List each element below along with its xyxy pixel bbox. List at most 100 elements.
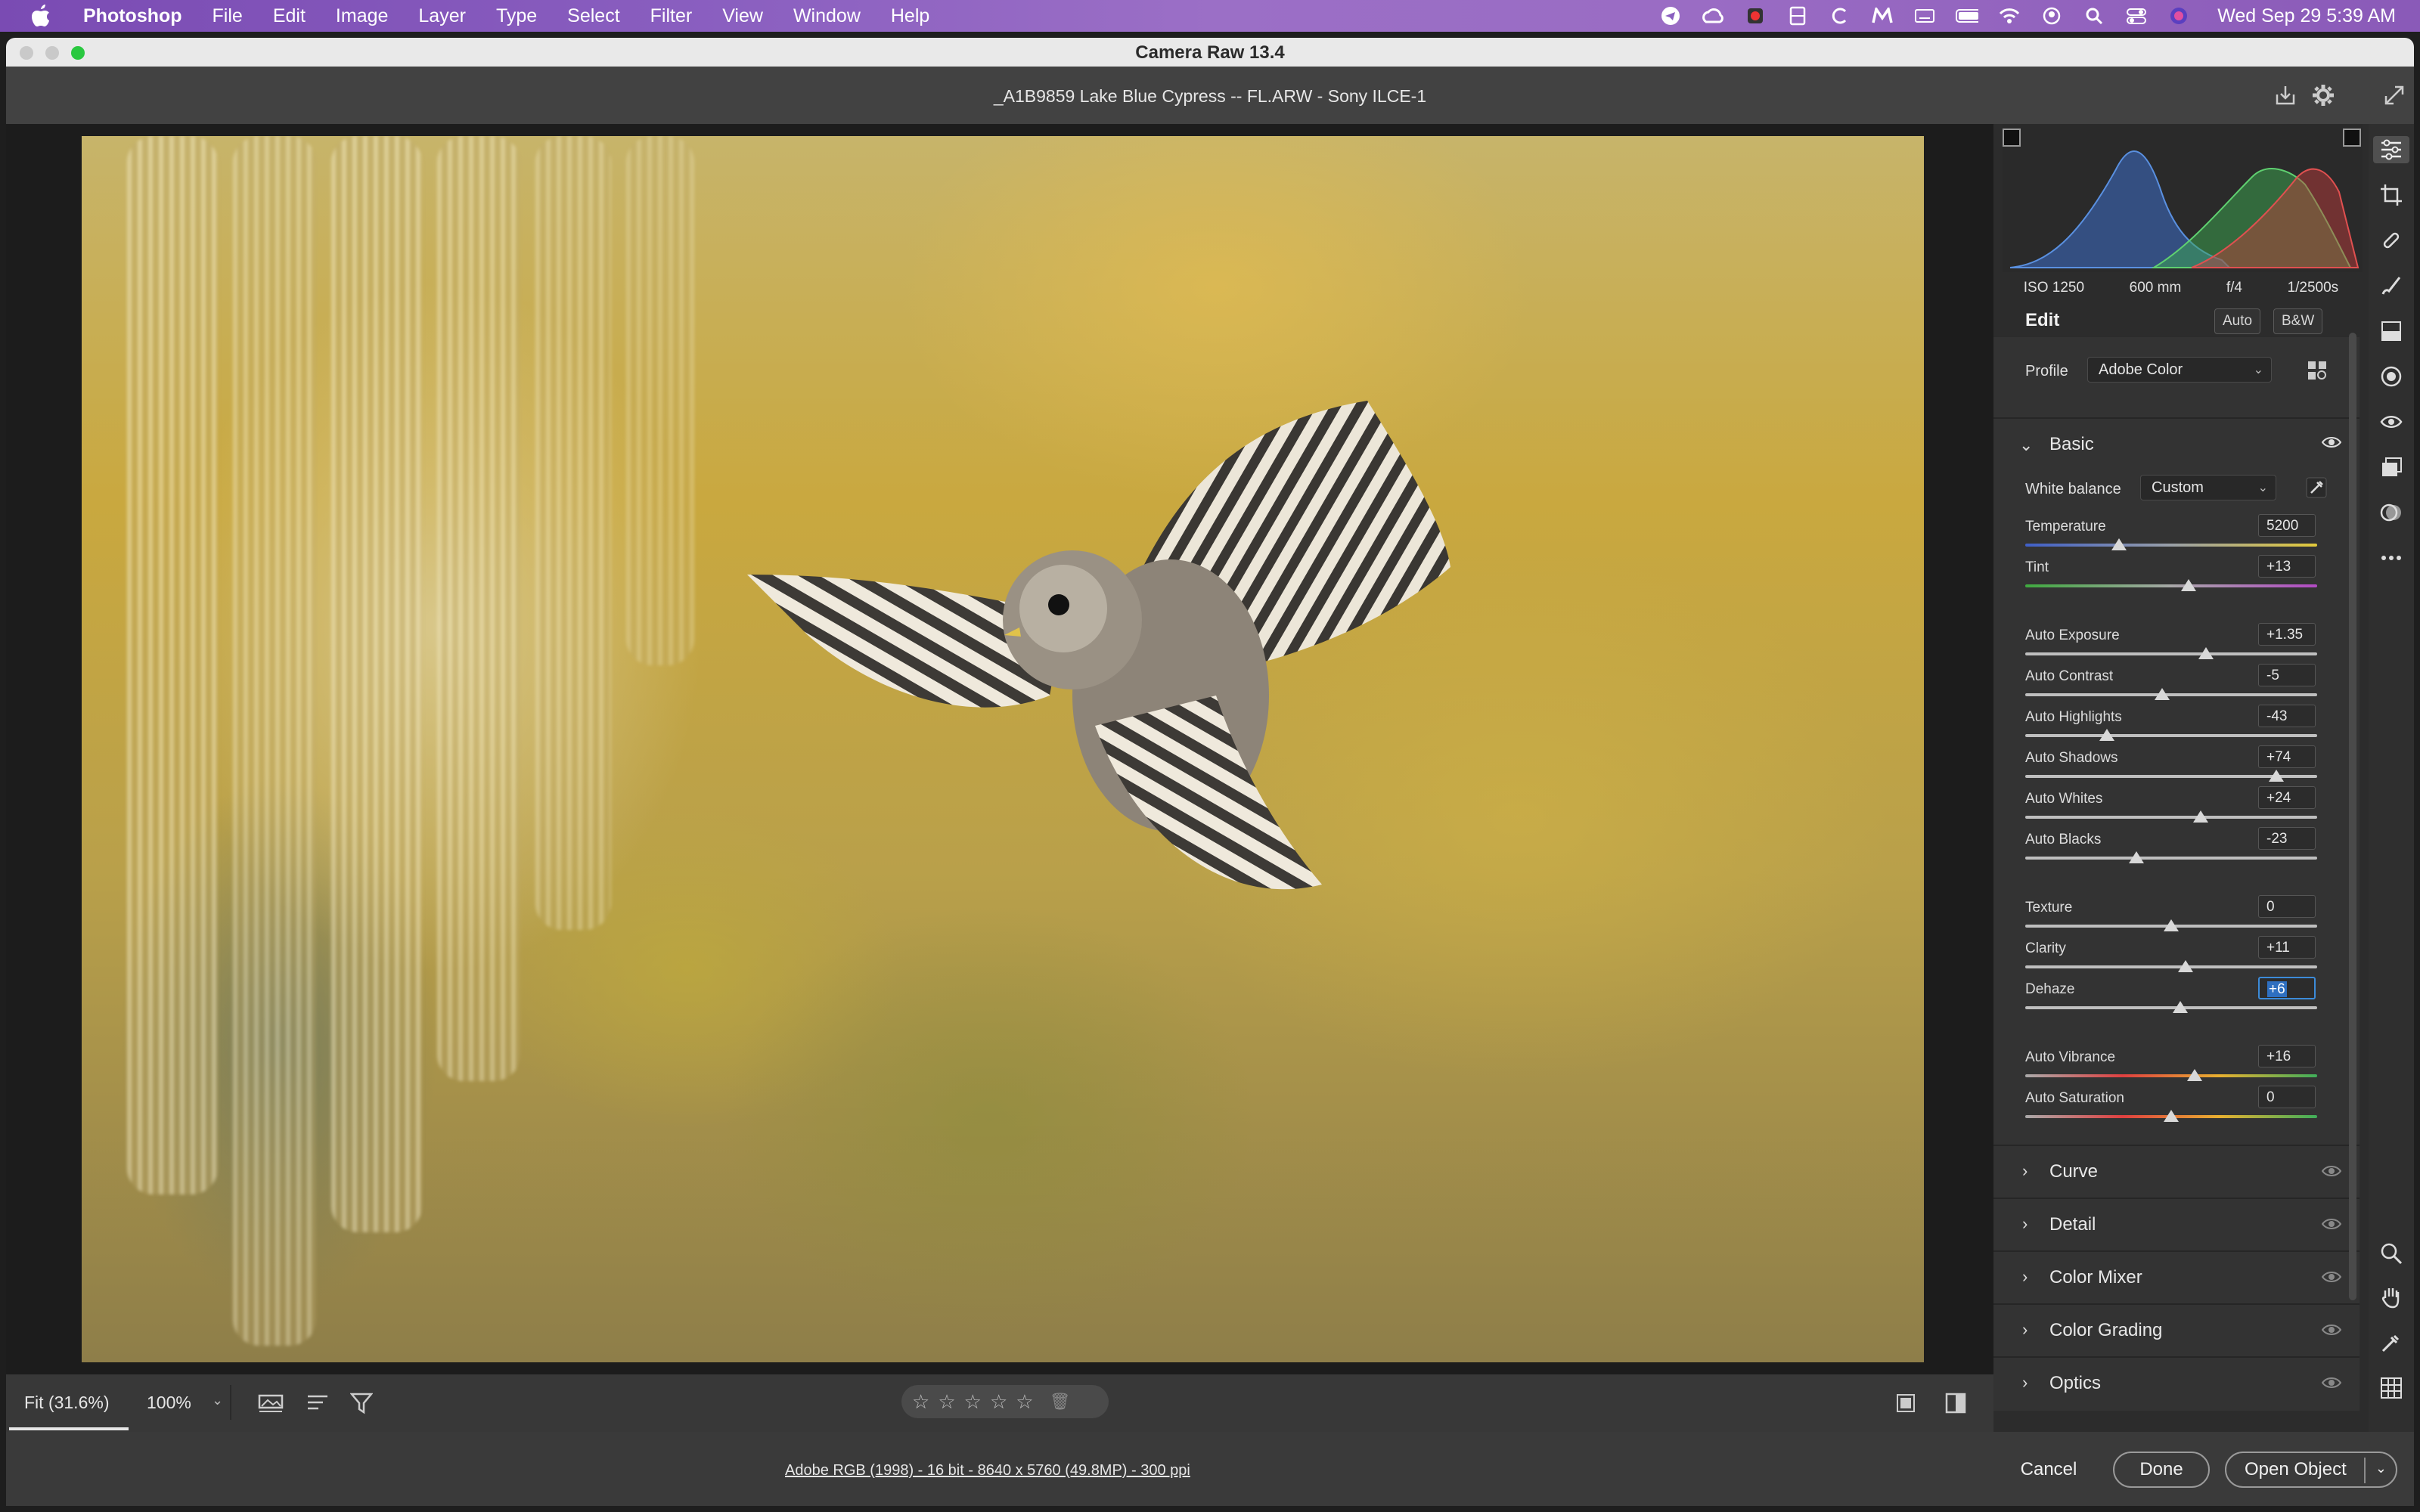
slider-value-input[interactable]: 5200	[2258, 514, 2316, 537]
slider-thumb[interactable]	[2192, 810, 2208, 823]
healing-brush-icon[interactable]	[2378, 227, 2405, 254]
section-optics[interactable]: › Optics	[1993, 1356, 2360, 1409]
slider-track[interactable]	[2025, 693, 2317, 696]
slider-track[interactable]	[2025, 734, 2317, 737]
fullscreen-icon[interactable]	[2381, 82, 2408, 109]
menu-image[interactable]: Image	[336, 5, 388, 27]
gear-icon[interactable]	[2310, 82, 2337, 109]
slider-value-input[interactable]: -43	[2258, 705, 2316, 727]
slider-track[interactable]	[2025, 652, 2317, 655]
section-color-grading[interactable]: › Color Grading	[1993, 1303, 2360, 1356]
workflow-options-link[interactable]: Adobe RGB (1998) - 16 bit - 8640 x 5760 …	[785, 1462, 1190, 1479]
white-balance-eyedropper-icon[interactable]	[2305, 476, 2328, 503]
slider-thumb[interactable]	[2155, 688, 2170, 700]
slider-value-input[interactable]: +6	[2258, 977, 2316, 999]
image-canvas-area[interactable]	[6, 124, 1993, 1374]
filmstrip-icon[interactable]	[257, 1390, 284, 1417]
slider-thumb[interactable]	[2268, 770, 2284, 782]
slider-auto-contrast[interactable]: Auto Contrast -5	[1993, 664, 2360, 705]
recording-icon[interactable]	[1744, 6, 1767, 26]
slider-thumb[interactable]	[2111, 538, 2127, 550]
film-icon[interactable]	[1786, 6, 1809, 26]
chevron-down-icon[interactable]: ⌄	[2375, 1461, 2387, 1476]
star-rating[interactable]: ☆ ☆ ☆ ☆ ☆ 🗑	[901, 1385, 1109, 1418]
slider-auto-blacks[interactable]: Auto Blacks -23	[1993, 827, 2360, 868]
slider-clarity[interactable]: Clarity +11	[1993, 936, 2360, 977]
single-view-icon[interactable]	[1892, 1390, 1919, 1417]
adjustment-brush-icon[interactable]	[2378, 272, 2405, 299]
section-curve[interactable]: › Curve	[1993, 1145, 2360, 1198]
profile-dropdown[interactable]: Adobe Color ⌄	[2087, 357, 2272, 383]
eye-icon[interactable]	[2321, 435, 2342, 453]
telegram-icon[interactable]	[1659, 6, 1682, 26]
color-sampler-icon[interactable]	[2378, 1329, 2405, 1356]
wifi-icon[interactable]	[1998, 6, 2021, 26]
slider-auto-whites[interactable]: Auto Whites +24	[1993, 786, 2360, 827]
keyboard-icon[interactable]	[1913, 6, 1936, 26]
slider-value-input[interactable]: +13	[2258, 555, 2316, 578]
user-icon[interactable]	[2040, 6, 2063, 26]
creative-cloud-icon[interactable]	[1702, 6, 1724, 26]
zoom-100-button[interactable]: 100%	[147, 1393, 191, 1413]
slider-thumb[interactable]	[2186, 1069, 2202, 1081]
slider-auto-exposure[interactable]: Auto Exposure +1.35	[1993, 623, 2360, 664]
slider-value-input[interactable]: +74	[2258, 745, 2316, 768]
zoom-fit-button[interactable]: Fit (31.6%)	[24, 1393, 109, 1413]
slider-value-input[interactable]: +1.35	[2258, 623, 2316, 646]
slider-thumb[interactable]	[2164, 1110, 2179, 1122]
menu-select[interactable]: Select	[567, 5, 619, 27]
section-detail[interactable]: › Detail	[1993, 1198, 2360, 1250]
rating-star-5[interactable]: ☆	[1016, 1390, 1033, 1414]
slider-auto-shadows[interactable]: Auto Shadows +74	[1993, 745, 2360, 786]
slider-thumb[interactable]	[2178, 960, 2194, 972]
control-center-icon[interactable]	[2125, 6, 2148, 26]
eye-icon[interactable]	[2321, 1323, 2342, 1340]
slider-thumb[interactable]	[2164, 919, 2179, 931]
hand-icon[interactable]	[2378, 1284, 2405, 1311]
slider-tint[interactable]: Tint +13	[1993, 555, 2360, 596]
filter-icon[interactable]	[348, 1390, 375, 1417]
slider-auto-highlights[interactable]: Auto Highlights -43	[1993, 705, 2360, 745]
slider-temperature[interactable]: Temperature 5200	[1993, 514, 2360, 555]
rating-star-4[interactable]: ☆	[990, 1390, 1007, 1414]
before-after-icon[interactable]	[1942, 1390, 1969, 1417]
rating-star-3[interactable]: ☆	[964, 1390, 982, 1414]
slider-track[interactable]	[2025, 816, 2317, 819]
slider-dehaze[interactable]: Dehaze +6	[1993, 977, 2360, 1018]
spotlight-search-icon[interactable]	[2083, 6, 2105, 26]
rating-star-2[interactable]: ☆	[938, 1390, 955, 1414]
slider-track[interactable]	[2025, 857, 2317, 860]
open-object-button[interactable]: Open Object ⌄	[2225, 1452, 2397, 1488]
menu-view[interactable]: View	[722, 5, 763, 27]
photo-preview[interactable]	[82, 136, 1924, 1362]
slider-value-input[interactable]: -5	[2258, 664, 2316, 686]
slider-value-input[interactable]: +16	[2258, 1045, 2316, 1067]
m-app-icon[interactable]	[1871, 6, 1894, 26]
slider-track[interactable]	[2025, 1074, 2317, 1077]
c-app-icon[interactable]	[1829, 6, 1851, 26]
slider-thumb[interactable]	[2198, 647, 2214, 659]
rating-star-1[interactable]: ☆	[912, 1390, 929, 1414]
menu-help[interactable]: Help	[891, 5, 929, 27]
slider-auto-vibrance[interactable]: Auto Vibrance +16	[1993, 1045, 2360, 1086]
edit-sliders-icon[interactable]	[2373, 136, 2409, 163]
slider-thumb[interactable]	[2181, 579, 2197, 591]
slider-texture[interactable]: Texture 0	[1993, 895, 2360, 936]
slider-value-input[interactable]: +11	[2258, 936, 2316, 959]
siri-icon[interactable]	[2167, 6, 2190, 26]
grid-overlay-icon[interactable]	[2378, 1374, 2405, 1402]
slider-track[interactable]	[2025, 544, 2317, 547]
section-color-mixer[interactable]: › Color Mixer	[1993, 1250, 2360, 1303]
apple-icon[interactable]	[26, 1, 56, 31]
cancel-button[interactable]: Cancel	[2000, 1452, 2098, 1488]
more-options-icon[interactable]	[2378, 544, 2405, 572]
radial-filter-icon[interactable]	[2378, 363, 2405, 390]
battery-icon[interactable]	[1956, 6, 1979, 26]
menu-edit[interactable]: Edit	[273, 5, 306, 27]
white-balance-dropdown[interactable]: Custom ⌄	[2140, 475, 2276, 500]
slider-auto-saturation[interactable]: Auto Saturation 0	[1993, 1086, 2360, 1126]
graduated-filter-icon[interactable]	[2378, 318, 2405, 345]
trash-icon[interactable]: 🗑	[1050, 1392, 1071, 1411]
menu-layer[interactable]: Layer	[418, 5, 466, 27]
red-eye-icon[interactable]	[2378, 408, 2405, 435]
